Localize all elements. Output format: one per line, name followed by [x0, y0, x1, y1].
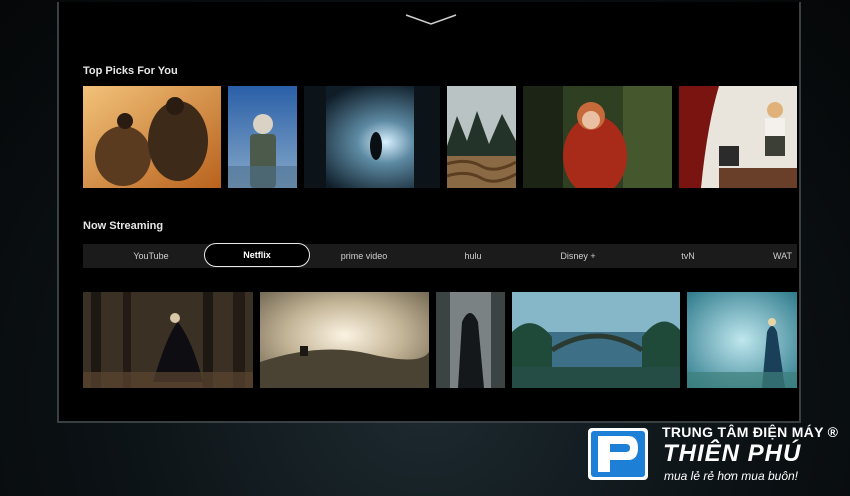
- chevron-down-icon[interactable]: [404, 12, 458, 26]
- tv-screen: Top Picks For You Now Streaming YouTube …: [57, 2, 801, 423]
- thien-phu-logo-icon: [588, 428, 648, 480]
- top-pick-card-1[interactable]: [83, 86, 221, 188]
- top-pick-card-5[interactable]: [523, 86, 672, 188]
- streaming-card-3[interactable]: [436, 292, 505, 388]
- streaming-card-2[interactable]: [260, 292, 429, 388]
- streaming-card-1[interactable]: [83, 292, 253, 388]
- streaming-card-4[interactable]: [512, 292, 680, 388]
- tab-disney-plus[interactable]: Disney +: [528, 244, 628, 268]
- tab-youtube[interactable]: YouTube: [83, 244, 219, 268]
- tab-netflix[interactable]: Netflix: [204, 243, 310, 267]
- brand-subtitle: TRUNG TÂM ĐIỆN MÁY ®: [662, 424, 839, 440]
- streaming-tab-bar: YouTube Netflix prime video hulu Disney …: [83, 243, 797, 268]
- top-picks-title: Top Picks For You: [83, 65, 178, 77]
- tab-prime-video[interactable]: prime video: [314, 244, 414, 268]
- now-streaming-title: Now Streaming: [83, 220, 164, 232]
- top-pick-card-3[interactable]: [304, 86, 440, 188]
- streaming-card-5[interactable]: [687, 292, 797, 388]
- top-pick-card-2[interactable]: [228, 86, 297, 188]
- tab-watcha[interactable]: WAT: [773, 244, 797, 268]
- tab-tvn[interactable]: tvN: [638, 244, 738, 268]
- top-pick-card-6[interactable]: [679, 86, 797, 188]
- tab-hulu[interactable]: hulu: [423, 244, 523, 268]
- brand-name: THIÊN PHÚ: [663, 440, 802, 467]
- top-pick-card-4[interactable]: [447, 86, 516, 188]
- brand-slogan: mua lẻ rẻ hơn mua buôn!: [664, 469, 798, 483]
